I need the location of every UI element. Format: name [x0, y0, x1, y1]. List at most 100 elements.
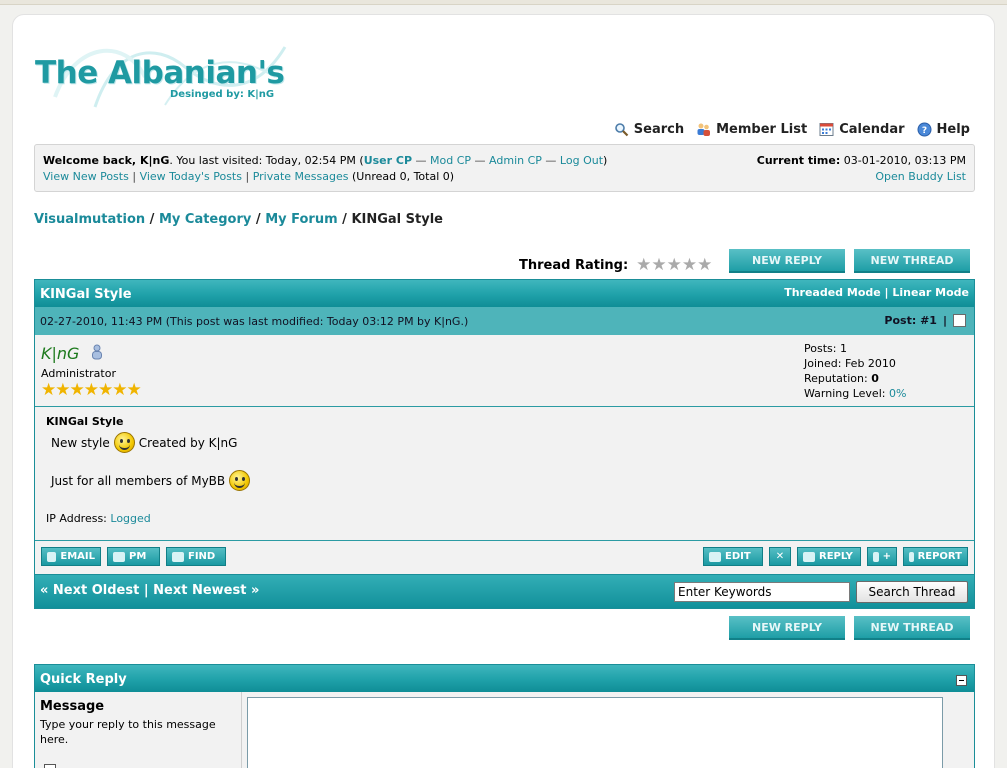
new-reply-button[interactable]: NEW REPLY — [729, 249, 845, 273]
admin-cp-link[interactable]: Admin CP — [489, 154, 542, 167]
quick-reply-sidebar: Message Type your reply to this message … — [35, 692, 242, 768]
reputation-label: Reputation: — [804, 372, 872, 385]
site-logo[interactable]: The Albanian's Desinged by: K|nG — [35, 37, 295, 109]
pm-counts: (Unread 0, Total 0) — [352, 170, 455, 183]
smiley-icon — [229, 470, 251, 491]
ip-logged-link[interactable]: Logged — [110, 512, 150, 525]
next-oldest-link[interactable]: « Next Oldest — [40, 583, 139, 598]
author-title: Administrator — [41, 367, 116, 380]
quick-reply-textarea[interactable] — [247, 697, 943, 768]
multiquote-button[interactable]: + — [867, 547, 897, 566]
report-icon — [909, 551, 914, 562]
author-joined: Joined: Feb 2010 — [804, 357, 896, 370]
author-rank-stars-icon: ★★★★★★★ — [41, 380, 142, 400]
last-visited-text: . You last visited: Today, 02:54 PM ( — [169, 154, 364, 167]
quick-reply-box: Quick Reply Message Type your reply to t… — [34, 664, 975, 768]
report-button[interactable]: REPORT — [903, 547, 968, 566]
breadcrumb-forum[interactable]: My Forum — [265, 212, 337, 227]
breadcrumb-root[interactable]: Visualmutation — [34, 212, 145, 227]
edit-button-label: EDIT — [725, 551, 751, 562]
rating-star-2-icon[interactable]: ★ — [651, 255, 666, 275]
quick-reply-title: Quick Reply — [40, 672, 127, 687]
buddy-list-wrap: Open Buddy List — [875, 170, 966, 183]
thread-title: KINGal Style — [40, 287, 132, 302]
pm-button[interactable]: PM — [107, 547, 160, 566]
delete-x-icon: ✕ — [775, 551, 785, 562]
menu-calendar-label: Calendar — [839, 122, 905, 137]
rating-stars[interactable]: ★ ★ ★ ★ ★ — [636, 255, 712, 275]
current-time-label: Current time: — [756, 154, 841, 167]
top-menu: Search Member List Calendar ? Help — [614, 122, 970, 137]
post-select-checkbox[interactable] — [953, 314, 966, 327]
new-thread-button-bottom[interactable]: NEW THREAD — [854, 616, 970, 640]
threaded-mode-link[interactable]: Threaded Mode — [784, 286, 881, 299]
post-buttons: EMAIL PM FIND EDIT ✕ REPLY + REPORT — [35, 541, 974, 575]
email-button[interactable]: EMAIL — [41, 547, 101, 566]
log-out-link[interactable]: Log Out — [560, 154, 603, 167]
menu-calendar[interactable]: Calendar — [819, 122, 905, 137]
reply-icon — [803, 551, 815, 562]
plus-icon: + — [882, 551, 891, 562]
delete-button[interactable]: ✕ — [769, 547, 791, 566]
menu-search[interactable]: Search — [614, 122, 684, 137]
breadcrumb-current: KINGal Style — [351, 212, 443, 227]
linear-mode-link[interactable]: Linear Mode — [892, 286, 969, 299]
author-name[interactable]: K|nG — [41, 344, 79, 363]
thread-rating-label: Thread Rating: — [519, 257, 629, 273]
warning-level-link[interactable]: 0% — [889, 387, 906, 400]
reply-button[interactable]: REPLY — [797, 547, 861, 566]
reply-button-label: REPLY — [819, 551, 853, 562]
search-thread-button[interactable]: Search Thread — [856, 581, 968, 603]
email-button-label: EMAIL — [60, 551, 95, 562]
post-body: KINGal Style New style Created by K|nG J… — [35, 408, 974, 541]
warning-label: Warning Level: — [804, 387, 889, 400]
view-new-posts-link[interactable]: View New Posts — [43, 170, 129, 183]
private-messages-link[interactable]: Private Messages — [253, 170, 349, 183]
post-text-b: Created by K|nG — [138, 435, 238, 450]
online-status-icon — [92, 344, 102, 360]
post-date: 02-27-2010, 11:43 PM (This post was last… — [40, 315, 469, 328]
quick-reply-header: Quick Reply — [35, 665, 974, 692]
multiquote-icon — [873, 551, 879, 562]
find-button[interactable]: FIND — [166, 547, 226, 566]
smiley-icon — [113, 432, 135, 453]
thread-header: KINGal Style Threaded Mode | Linear Mode — [35, 280, 974, 307]
edit-button[interactable]: EDIT — [703, 547, 763, 566]
next-newest-link[interactable]: Next Newest » — [153, 583, 259, 598]
author-posts: Posts: 1 — [804, 342, 847, 355]
thread-footer: « Next Oldest | Next Newest » Search Thr… — [35, 575, 974, 608]
current-time-value: 03-01-2010, 03:13 PM — [843, 154, 966, 167]
breadcrumb-category[interactable]: My Category — [159, 212, 251, 227]
post-info-bar: 02-27-2010, 11:43 PM (This post was last… — [35, 307, 974, 335]
open-buddy-list-link[interactable]: Open Buddy List — [875, 170, 966, 183]
user-cp-link[interactable]: User CP — [364, 154, 412, 167]
page-container: The Albanian's Desinged by: K|nG Search … — [12, 14, 995, 768]
find-button-label: FIND — [188, 551, 216, 562]
rating-star-5-icon[interactable]: ★ — [697, 255, 712, 275]
rating-star-1-icon[interactable]: ★ — [636, 255, 651, 275]
quick-reply-option-checkbox[interactable] — [44, 764, 56, 768]
close-paren: ) — [603, 154, 608, 167]
thread-box: KINGal Style Threaded Mode | Linear Mode… — [34, 279, 975, 609]
reputation-value[interactable]: 0 — [871, 372, 879, 385]
rating-star-3-icon[interactable]: ★ — [667, 255, 682, 275]
post-number-label: Post: — [884, 314, 917, 327]
ip-address: IP Address: Logged — [46, 512, 151, 525]
rating-star-4-icon[interactable]: ★ — [682, 255, 697, 275]
mod-cp-link[interactable]: Mod CP — [430, 154, 471, 167]
calendar-icon — [819, 123, 834, 136]
view-todays-posts-link[interactable]: View Today's Posts — [140, 170, 242, 183]
post-number-link[interactable]: #1 — [920, 314, 937, 327]
search-keywords-input[interactable] — [674, 582, 850, 602]
pm-icon — [113, 551, 125, 562]
menu-help[interactable]: ? Help — [917, 122, 970, 137]
collapse-icon[interactable] — [956, 675, 967, 686]
menu-member-list[interactable]: Member List — [696, 122, 807, 137]
author-stats: Posts: 1 Joined: Feb 2010 Reputation: 0 … — [804, 341, 906, 401]
welcome-text: Welcome back, K|nG — [43, 154, 170, 167]
top-border — [0, 0, 1007, 5]
pm-button-label: PM — [129, 551, 147, 562]
new-thread-button[interactable]: NEW THREAD — [854, 249, 970, 273]
new-reply-button-bottom[interactable]: NEW REPLY — [729, 616, 845, 640]
find-icon — [172, 551, 184, 562]
